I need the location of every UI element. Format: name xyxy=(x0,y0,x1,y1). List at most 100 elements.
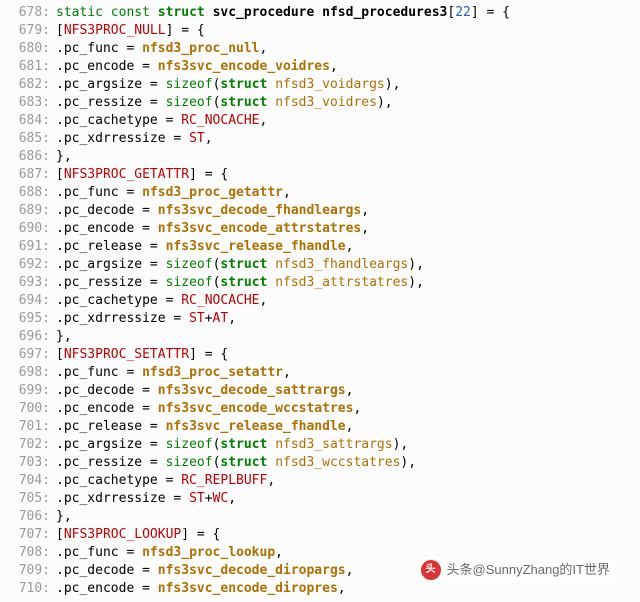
line-content: .pc_xdrressize = ST+WC, xyxy=(56,490,236,508)
line-content: .pc_release = nfs3svc_release_fhandle, xyxy=(56,238,353,256)
line-number: 683: xyxy=(8,94,56,112)
line-number: 697: xyxy=(8,346,56,364)
line-number: 689: xyxy=(8,202,56,220)
line-number: 707: xyxy=(8,526,56,544)
line-content: .pc_func = nfsd3_proc_setattr, xyxy=(56,364,291,382)
line-number: 690: xyxy=(8,220,56,238)
code-line: 686: }, xyxy=(8,148,632,166)
line-content: .pc_cachetype = RC_REPLBUFF, xyxy=(56,472,275,490)
line-content: .pc_argsize = sizeof(struct nfsd3_sattra… xyxy=(56,436,408,454)
line-number: 700: xyxy=(8,400,56,418)
line-content: [NFS3PROC_SETATTR] = { xyxy=(56,346,228,364)
code-line: 683: .pc_ressize = sizeof(struct nfsd3_v… xyxy=(8,94,632,112)
code-line: 704: .pc_cachetype = RC_REPLBUFF, xyxy=(8,472,632,490)
code-line: 698: .pc_func = nfsd3_proc_setattr, xyxy=(8,364,632,382)
code-line: 707: [NFS3PROC_LOOKUP] = { xyxy=(8,526,632,544)
code-line: 685: .pc_xdrressize = ST, xyxy=(8,130,632,148)
line-number: 710: xyxy=(8,580,56,598)
line-content: .pc_cachetype = RC_NOCACHE, xyxy=(56,112,267,130)
line-content: [NFS3PROC_GETATTR] = { xyxy=(56,166,228,184)
line-number: 694: xyxy=(8,292,56,310)
line-content: [NFS3PROC_LOOKUP] = { xyxy=(56,526,220,544)
code-line: 688: .pc_func = nfsd3_proc_getattr, xyxy=(8,184,632,202)
code-line: 696: }, xyxy=(8,328,632,346)
line-number: 705: xyxy=(8,490,56,508)
line-number: 680: xyxy=(8,40,56,58)
line-number: 687: xyxy=(8,166,56,184)
line-number: 684: xyxy=(8,112,56,130)
line-number: 708: xyxy=(8,544,56,562)
code-line: 690: .pc_encode = nfs3svc_encode_attrsta… xyxy=(8,220,632,238)
line-content: [NFS3PROC_NULL] = { xyxy=(56,22,205,40)
line-number: 702: xyxy=(8,436,56,454)
line-content: .pc_argsize = sizeof(struct nfsd3_voidar… xyxy=(56,76,400,94)
watermark-text: 头条@SunnyZhang的IT世界 xyxy=(447,561,610,579)
line-content: }, xyxy=(56,148,72,166)
line-number: 693: xyxy=(8,274,56,292)
line-number: 681: xyxy=(8,58,56,76)
code-line: 681: .pc_encode = nfs3svc_encode_voidres… xyxy=(8,58,632,76)
code-line: 693: .pc_ressize = sizeof(struct nfsd3_a… xyxy=(8,274,632,292)
line-number: 686: xyxy=(8,148,56,166)
watermark: 头 头条@SunnyZhang的IT世界 xyxy=(415,558,616,582)
code-line: 678:static const struct svc_procedure nf… xyxy=(8,4,632,22)
line-content: .pc_xdrressize = ST, xyxy=(56,130,213,148)
code-line: 697: [NFS3PROC_SETATTR] = { xyxy=(8,346,632,364)
line-content: .pc_ressize = sizeof(struct nfsd3_wccsta… xyxy=(56,454,416,472)
code-line: 684: .pc_cachetype = RC_NOCACHE, xyxy=(8,112,632,130)
line-number: 692: xyxy=(8,256,56,274)
avatar-icon: 头 xyxy=(421,560,441,580)
line-content: .pc_decode = nfs3svc_decode_diropargs, xyxy=(56,562,353,580)
line-number: 678: xyxy=(8,4,56,22)
line-content: }, xyxy=(56,508,72,526)
line-number: 701: xyxy=(8,418,56,436)
code-line: 702: .pc_argsize = sizeof(struct nfsd3_s… xyxy=(8,436,632,454)
line-content: .pc_argsize = sizeof(struct nfsd3_fhandl… xyxy=(56,256,424,274)
line-content: .pc_func = nfsd3_proc_lookup, xyxy=(56,544,283,562)
code-listing: 678:static const struct svc_procedure nf… xyxy=(8,4,632,598)
line-number: 704: xyxy=(8,472,56,490)
code-line: 710: .pc_encode = nfs3svc_encode_diropre… xyxy=(8,580,632,598)
code-line: 699: .pc_decode = nfs3svc_decode_sattrar… xyxy=(8,382,632,400)
line-content: .pc_encode = nfs3svc_encode_attrstatres, xyxy=(56,220,369,238)
line-number: 698: xyxy=(8,364,56,382)
line-content: .pc_encode = nfs3svc_encode_voidres, xyxy=(56,58,338,76)
line-number: 679: xyxy=(8,22,56,40)
line-number: 695: xyxy=(8,310,56,328)
code-line: 700: .pc_encode = nfs3svc_encode_wccstat… xyxy=(8,400,632,418)
line-number: 706: xyxy=(8,508,56,526)
line-content: .pc_encode = nfs3svc_encode_wccstatres, xyxy=(56,400,361,418)
code-line: 692: .pc_argsize = sizeof(struct nfsd3_f… xyxy=(8,256,632,274)
line-content: .pc_ressize = sizeof(struct nfsd3_voidre… xyxy=(56,94,393,112)
line-content: .pc_decode = nfs3svc_decode_fhandleargs, xyxy=(56,202,369,220)
line-number: 685: xyxy=(8,130,56,148)
line-number: 688: xyxy=(8,184,56,202)
line-content: .pc_encode = nfs3svc_encode_diropres, xyxy=(56,580,346,598)
line-content: .pc_cachetype = RC_NOCACHE, xyxy=(56,292,267,310)
line-content: .pc_xdrressize = ST+AT, xyxy=(56,310,236,328)
code-line: 687: [NFS3PROC_GETATTR] = { xyxy=(8,166,632,184)
code-line: 705: .pc_xdrressize = ST+WC, xyxy=(8,490,632,508)
line-content: .pc_func = nfsd3_proc_getattr, xyxy=(56,184,291,202)
line-number: 703: xyxy=(8,454,56,472)
line-number: 682: xyxy=(8,76,56,94)
line-content: static const struct svc_procedure nfsd_p… xyxy=(56,4,510,22)
code-line: 682: .pc_argsize = sizeof(struct nfsd3_v… xyxy=(8,76,632,94)
line-content: }, xyxy=(56,328,72,346)
line-content: .pc_ressize = sizeof(struct nfsd3_attrst… xyxy=(56,274,424,292)
code-line: 694: .pc_cachetype = RC_NOCACHE, xyxy=(8,292,632,310)
code-line: 691: .pc_release = nfs3svc_release_fhand… xyxy=(8,238,632,256)
line-content: .pc_decode = nfs3svc_decode_sattrargs, xyxy=(56,382,353,400)
code-line: 680: .pc_func = nfsd3_proc_null, xyxy=(8,40,632,58)
line-number: 709: xyxy=(8,562,56,580)
code-line: 695: .pc_xdrressize = ST+AT, xyxy=(8,310,632,328)
line-number: 699: xyxy=(8,382,56,400)
code-line: 701: .pc_release = nfs3svc_release_fhand… xyxy=(8,418,632,436)
code-line: 679: [NFS3PROC_NULL] = { xyxy=(8,22,632,40)
code-line: 703: .pc_ressize = sizeof(struct nfsd3_w… xyxy=(8,454,632,472)
line-content: .pc_func = nfsd3_proc_null, xyxy=(56,40,267,58)
line-number: 696: xyxy=(8,328,56,346)
line-content: .pc_release = nfs3svc_release_fhandle, xyxy=(56,418,353,436)
line-number: 691: xyxy=(8,238,56,256)
code-line: 689: .pc_decode = nfs3svc_decode_fhandle… xyxy=(8,202,632,220)
